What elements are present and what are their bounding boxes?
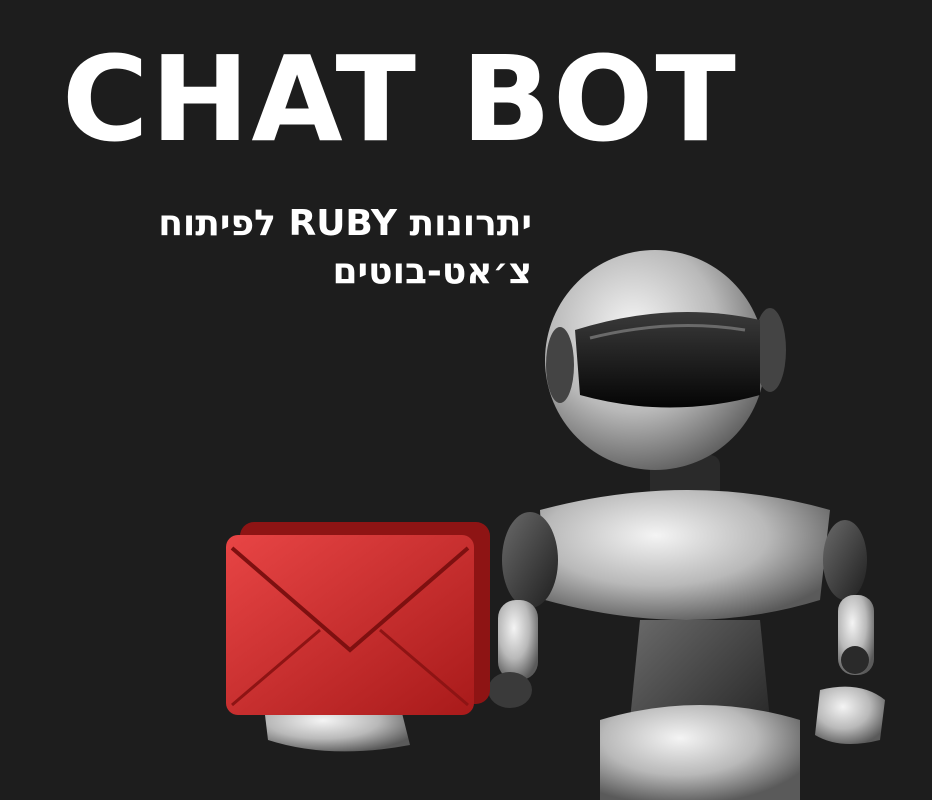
envelope-icon [226, 522, 490, 715]
subtitle: יתרונות RUBY לפיתוח צ׳אט-בוטים [62, 200, 532, 296]
subtitle-line-2: צ׳אט-בוטים [332, 251, 532, 292]
banner: CHAT BOT יתרונות RUBY לפיתוח צ׳אט-בוטים [0, 0, 932, 800]
subtitle-line-1: יתרונות RUBY לפיתוח [158, 203, 532, 244]
headline: CHAT BOT [62, 30, 738, 168]
